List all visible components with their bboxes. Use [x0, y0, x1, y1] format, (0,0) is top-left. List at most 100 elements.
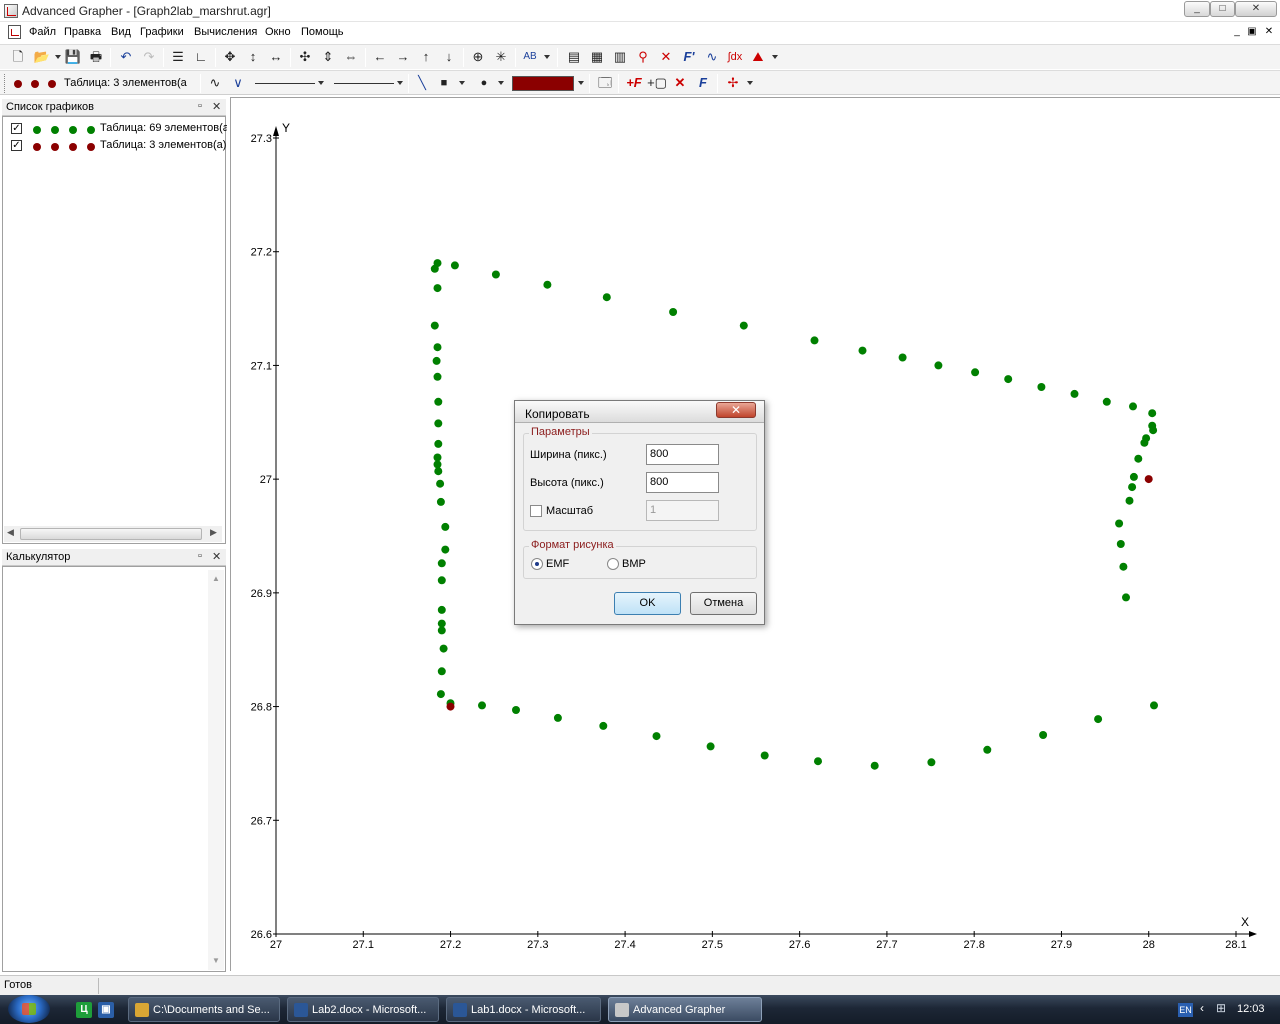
area-icon[interactable]: ⛰: [748, 48, 768, 66]
graph-list-undock-icon[interactable]: ▫: [198, 100, 202, 112]
ok-button[interactable]: OK: [614, 592, 681, 615]
language-indicator[interactable]: EN: [1178, 1003, 1193, 1017]
axes-icon[interactable]: ∟: [191, 48, 211, 66]
graph-list-hscrollbar[interactable]: ◀ ▶: [4, 526, 222, 542]
emf-radio[interactable]: [531, 558, 543, 570]
menu-file[interactable]: Файл: [29, 26, 56, 38]
marker-circle-icon[interactable]: ●: [474, 74, 494, 92]
scale-input[interactable]: 1: [646, 500, 719, 521]
graph-properties-icon[interactable]: 🗔: [595, 74, 615, 92]
line-width-sample[interactable]: [334, 83, 394, 84]
close-button[interactable]: ✕: [1235, 1, 1277, 17]
scale-checkbox[interactable]: [530, 505, 542, 517]
trace-icon[interactable]: ⚲: [633, 48, 653, 66]
add-function-icon[interactable]: +F: [624, 74, 644, 92]
mdi-restore-button[interactable]: ▣: [1246, 26, 1258, 38]
scroll-up-icon[interactable]: ▲: [212, 574, 220, 583]
print-icon[interactable]: 🖶: [86, 48, 106, 66]
arrow-down-icon[interactable]: ↓: [439, 48, 459, 66]
page-icon[interactable]: ▤: [564, 48, 584, 66]
height-input[interactable]: 800: [646, 472, 719, 493]
open-folder-icon[interactable]: 📂: [32, 48, 52, 66]
current-graph-selector[interactable]: Таблица: 3 элементов(а: [64, 77, 196, 89]
minimize-button[interactable]: _: [1184, 1, 1210, 17]
add-table-icon[interactable]: +▢: [647, 74, 667, 92]
graph-list-close-icon[interactable]: ✕: [212, 100, 221, 113]
graph-list-item[interactable]: ✓ Таблица: 69 элементов(а: [11, 121, 227, 137]
calculator-vscrollbar[interactable]: ▲ ▼: [208, 570, 224, 970]
crosshair-icon[interactable]: ⊕: [468, 48, 488, 66]
undo-icon[interactable]: ↶: [116, 48, 136, 66]
start-button[interactable]: [8, 995, 50, 1023]
scroll-thumb[interactable]: [20, 528, 202, 540]
stretch-horizontal-icon[interactable]: ↔: [266, 48, 286, 66]
menu-graphs[interactable]: Графики: [140, 26, 184, 38]
menu-edit[interactable]: Правка: [64, 26, 101, 38]
line-width-dropdown-icon[interactable]: [397, 81, 403, 85]
integral-icon[interactable]: ∫dx: [725, 48, 745, 66]
document-icon[interactable]: [8, 25, 21, 39]
calculator-undock-icon[interactable]: ▫: [198, 550, 202, 562]
width-input[interactable]: 800: [646, 444, 719, 465]
graph-visible-checkbox[interactable]: ✓: [11, 140, 22, 151]
marker-size-dropdown-icon[interactable]: [498, 81, 504, 85]
tray-expand-icon[interactable]: ‹: [1200, 1001, 1204, 1015]
redo-icon[interactable]: ↷: [139, 48, 159, 66]
task-advanced-grapher[interactable]: Advanced Grapher: [608, 997, 762, 1022]
point-tool-dropdown-icon[interactable]: [747, 81, 753, 85]
curve-icon[interactable]: ∿: [205, 74, 225, 92]
label-dropdown-icon[interactable]: [544, 55, 550, 59]
menu-help[interactable]: Помощь: [301, 26, 344, 38]
graph-list-item[interactable]: ✓ Таблица: 3 элементов(а): [11, 138, 227, 154]
list-icon[interactable]: ☰: [168, 48, 188, 66]
more-tools-dropdown-icon[interactable]: [772, 55, 778, 59]
calculator-close-icon[interactable]: ✕: [212, 550, 221, 563]
task-lab1[interactable]: Lab1.docx - Microsoft...: [446, 997, 601, 1022]
tangent-icon[interactable]: ∿: [702, 48, 722, 66]
compress-horizontal-icon[interactable]: ⇔: [341, 48, 361, 66]
delete-graph-icon[interactable]: ✕: [670, 74, 690, 92]
line-kind-icon[interactable]: ╲: [412, 74, 432, 92]
move-icon[interactable]: ✥: [220, 48, 240, 66]
edit-function-icon[interactable]: F: [693, 74, 713, 92]
quicklaunch-app-icon[interactable]: Ц: [76, 1002, 92, 1018]
mdi-minimize-button[interactable]: _: [1231, 26, 1243, 38]
menu-calculations[interactable]: Вычисления: [194, 26, 257, 38]
arrow-right-icon[interactable]: →: [393, 48, 413, 66]
stretch-vertical-icon[interactable]: ↕: [243, 48, 263, 66]
open-dropdown-icon[interactable]: [55, 55, 61, 59]
network-icon[interactable]: ⊞: [1216, 1001, 1226, 1015]
derivative-icon[interactable]: F': [679, 48, 699, 66]
new-file-icon[interactable]: 🗋: [8, 48, 28, 66]
center-icon[interactable]: ✳: [491, 48, 511, 66]
dialog-title-bar[interactable]: Копировать ✕: [515, 401, 764, 423]
intersection-icon[interactable]: ✕: [656, 48, 676, 66]
app-icon[interactable]: [4, 4, 18, 18]
line-style-dropdown-icon[interactable]: [318, 81, 324, 85]
menu-view[interactable]: Вид: [111, 26, 131, 38]
mdi-close-button[interactable]: ✕: [1263, 26, 1275, 38]
maximize-button[interactable]: □: [1210, 1, 1235, 17]
scroll-down-icon[interactable]: ▼: [212, 956, 220, 965]
marker-square-icon[interactable]: ■: [434, 74, 454, 92]
save-icon[interactable]: 💾: [63, 48, 83, 66]
zoom-in-icon[interactable]: ✣: [295, 48, 315, 66]
scroll-left-icon[interactable]: ◀: [7, 527, 14, 538]
menu-window[interactable]: Окно: [265, 26, 291, 38]
text-label-icon[interactable]: AB: [520, 48, 540, 66]
calculator-panel[interactable]: [2, 566, 226, 972]
point-tool-icon[interactable]: ✢: [723, 74, 743, 92]
quicklaunch-desktop-icon[interactable]: ▣: [98, 1002, 114, 1018]
dialog-close-button[interactable]: ✕: [716, 402, 756, 418]
linear-icon[interactable]: ∨: [228, 74, 248, 92]
marker-shape-dropdown-icon[interactable]: [459, 81, 465, 85]
color-swatch[interactable]: [512, 76, 574, 91]
graph-visible-checkbox[interactable]: ✓: [11, 123, 22, 134]
line-style-sample[interactable]: [255, 83, 315, 84]
arrow-up-icon[interactable]: ↑: [416, 48, 436, 66]
cancel-button[interactable]: Отмена: [690, 592, 757, 615]
calculator-icon[interactable]: ▦: [587, 48, 607, 66]
arrow-left-icon[interactable]: ←: [370, 48, 390, 66]
compress-vertical-icon[interactable]: ⇕: [318, 48, 338, 66]
task-explorer[interactable]: C:\Documents and Se...: [128, 997, 280, 1022]
